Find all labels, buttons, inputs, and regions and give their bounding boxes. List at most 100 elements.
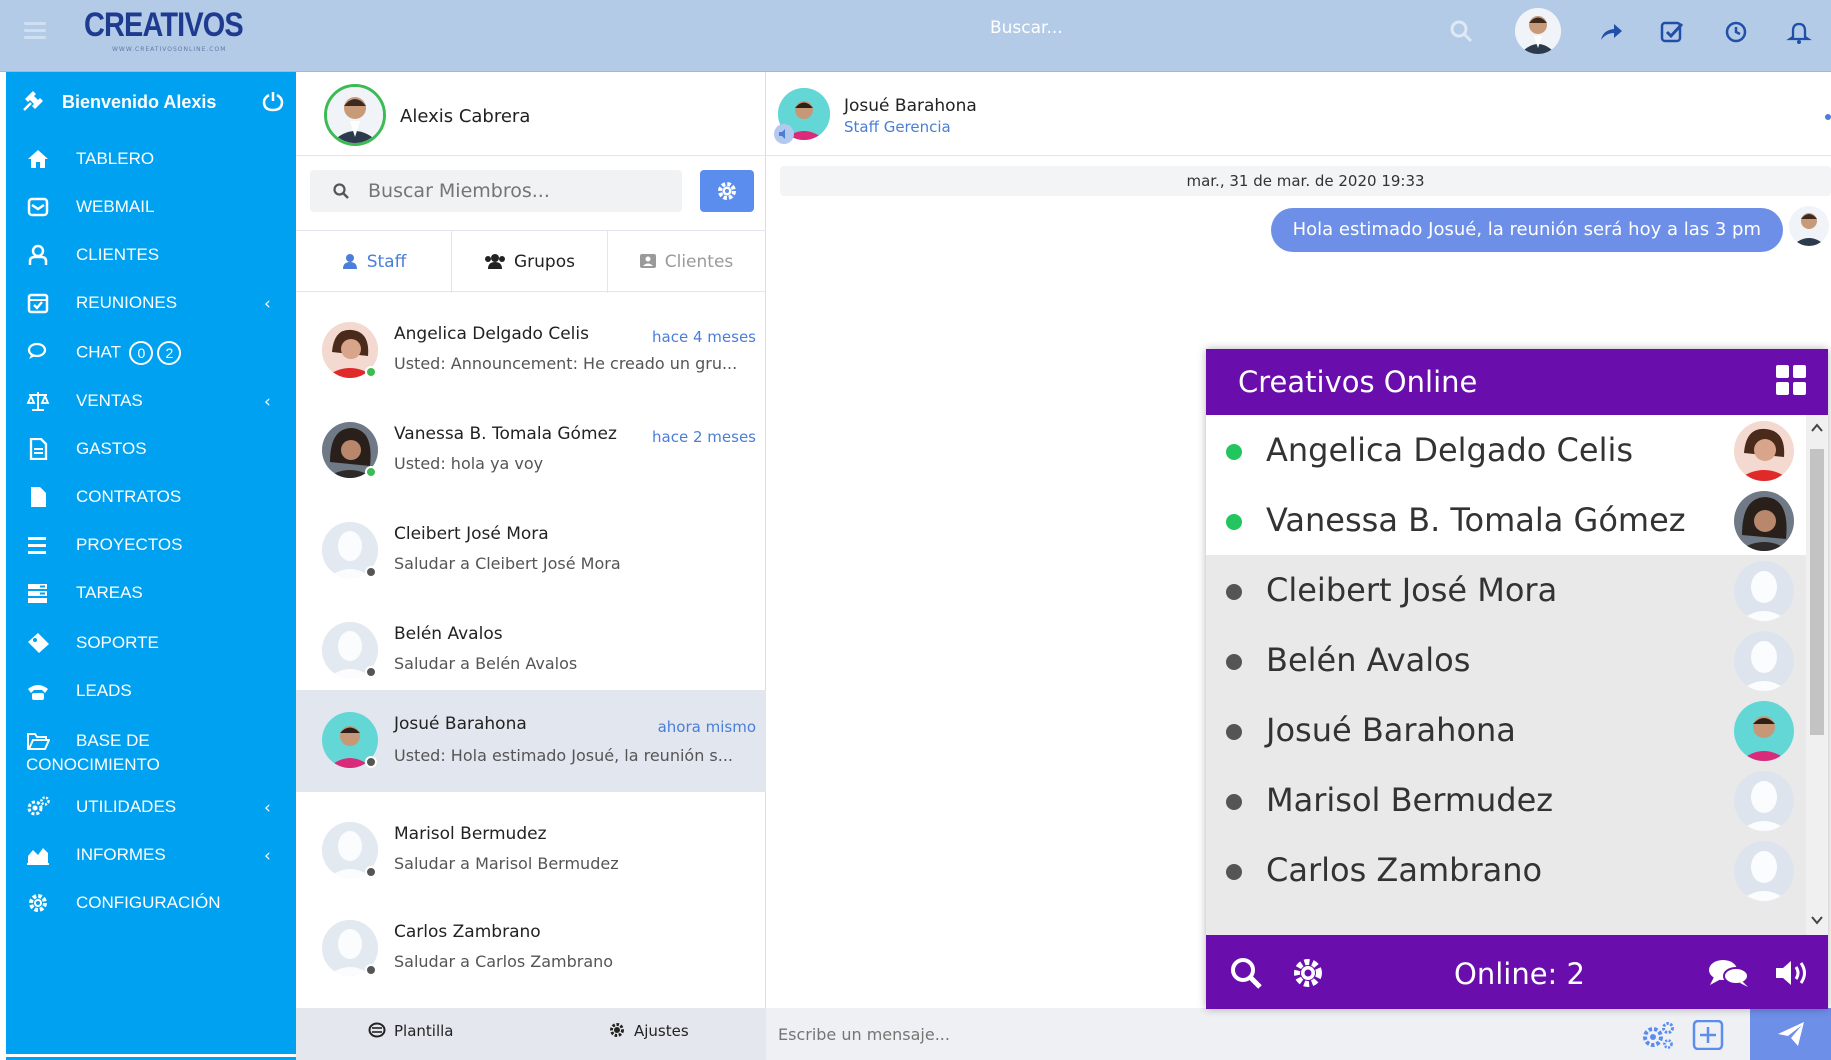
online-status-dot [365, 466, 377, 478]
power-icon[interactable] [262, 90, 284, 112]
sidebar-item-webmail[interactable]: WEBMAIL [6, 180, 296, 234]
widget-user-avatar-placeholder [1734, 631, 1794, 691]
volume-icon[interactable] [1772, 955, 1812, 991]
widget-user-avatar-placeholder [1734, 561, 1794, 621]
gear-icon [610, 1023, 624, 1037]
user-avatar[interactable] [1515, 8, 1561, 54]
contact-last-message: Usted: hola ya voy [394, 454, 544, 473]
contacts-settings-button[interactable] [700, 170, 754, 212]
send-button[interactable] [1750, 1008, 1831, 1060]
sidebar-item-chat[interactable]: CHAT 02 [6, 324, 296, 378]
current-user-avatar[interactable] [324, 84, 386, 146]
tab-grupos[interactable]: Grupos [452, 231, 608, 293]
widget-user-row-partial[interactable] [1206, 905, 1806, 935]
bars-icon [28, 537, 46, 554]
contact-name: Angelica Delgado Celis [394, 324, 589, 344]
sidebar-item-label-wrap: CHAT 02 [76, 341, 182, 365]
template-button[interactable]: Plantilla [368, 1022, 454, 1040]
message-input[interactable] [778, 1018, 1478, 1050]
sidebar-item-clientes[interactable]: CLIENTES [6, 228, 296, 282]
cogs-icon[interactable] [1640, 1020, 1676, 1050]
sidebar-item-gastos[interactable]: GASTOS [6, 422, 296, 476]
scrollbar-thumb[interactable] [1810, 449, 1824, 735]
sidebar-item-leads[interactable]: LEADS [6, 664, 296, 718]
widget-title: Creativos Online [1238, 365, 1478, 399]
sidebar-item-proyectos[interactable]: PROYECTOS [6, 518, 296, 572]
widget-user-row[interactable]: Cleibert José Mora [1206, 555, 1806, 625]
sidebar-item-label: TABLERO [76, 149, 155, 168]
search-icon[interactable] [1228, 955, 1264, 991]
sidebar-item-contratos[interactable]: CONTRATOS [6, 470, 296, 524]
widget-user-row[interactable]: Carlos Zambrano [1206, 835, 1806, 905]
sidebar-item-label: BASE DE [76, 731, 150, 750]
tab-clientes[interactable]: Clientes [608, 231, 764, 293]
widget-user-list: Angelica Delgado Celis Vanessa B. Tomala… [1206, 415, 1806, 935]
logo: CREATIVOS [84, 6, 244, 44]
contact-item[interactable]: Belén Avalos Saludar a Belén Avalos [296, 602, 766, 702]
welcome-text: Bienvenido Alexis [62, 92, 217, 112]
user-icon [342, 254, 357, 269]
tab-label: Grupos [514, 252, 575, 272]
plus-square-icon[interactable] [1692, 1020, 1724, 1050]
comments-icon[interactable] [1706, 955, 1752, 991]
sidebar-item-soporte[interactable]: SOPORTE [6, 616, 296, 670]
sidebar-item-tareas[interactable]: TAREAS [6, 566, 296, 620]
offline-status-dot [365, 666, 377, 678]
sidebar-item-label: TAREAS [76, 583, 143, 602]
sidebar-item-label: GASTOS [76, 439, 147, 458]
sidebar-item-base-de-conocimiento[interactable]: BASE DE CONOCIMIENTO [6, 714, 296, 780]
sidebar-item-ventas[interactable]: VENTAS ‹ [6, 374, 296, 428]
contact-item[interactable]: Angelica Delgado Celis hace 4 meses Uste… [296, 302, 766, 402]
checklist-icon[interactable] [1658, 18, 1686, 46]
share-icon[interactable] [1597, 18, 1625, 46]
sidebar-item-label: LEADS [76, 681, 132, 700]
contact-item[interactable]: Marisol Bermudez Saludar a Marisol Bermu… [296, 802, 766, 902]
sidebar-item-label-line2: CONOCIMIENTO [26, 755, 160, 774]
sidebar-item-utilidades[interactable]: UTILIDADES ‹ [6, 780, 296, 834]
clock-icon[interactable] [1722, 18, 1750, 46]
search-icon [333, 183, 349, 199]
app-window: CREATIVOS WWW.CREATIVOSONLINE.COM Buscar… [0, 0, 1831, 1060]
contact-time: hace 2 meses [652, 428, 756, 446]
contact-last-message: Usted: Announcement: He creado un gru... [394, 354, 738, 373]
hamburger-menu-icon[interactable] [24, 22, 46, 40]
contact-item[interactable]: Cleibert José Mora Saludar a Cleibert Jo… [296, 502, 766, 602]
member-search-input[interactable] [368, 176, 668, 206]
widget-user-row[interactable]: Belén Avalos [1206, 625, 1806, 695]
tab-staff[interactable]: Staff [296, 231, 452, 293]
sidebar-item-label: CHAT [76, 342, 121, 362]
bell-icon[interactable] [1785, 18, 1813, 46]
pin-icon[interactable] [22, 90, 44, 112]
widget-user-row[interactable]: Angelica Delgado Celis [1206, 415, 1806, 485]
offline-status-dot [365, 566, 377, 578]
sidebar-item-informes[interactable]: INFORMES ‹ [6, 828, 296, 882]
speaker-icon[interactable] [774, 124, 794, 144]
sender-avatar [1789, 206, 1829, 246]
chevron-left-icon: ‹ [264, 798, 271, 818]
sidebar-item-tablero[interactable]: TABLERO [6, 132, 296, 186]
cog-icon [29, 894, 47, 912]
sidebar-item-reuniones[interactable]: REUNIONES ‹ [6, 276, 296, 330]
gear-icon[interactable] [1290, 955, 1326, 991]
widget-user-avatar [1734, 701, 1794, 761]
contact-item[interactable]: Vanessa B. Tomala Gómez hace 2 meses Ust… [296, 402, 766, 502]
global-search-input[interactable]: Buscar... [990, 18, 1470, 44]
scroll-down-icon[interactable] [1811, 915, 1823, 925]
settings-button[interactable]: Ajustes [608, 1022, 689, 1040]
widget-user-row[interactable]: Marisol Bermudez [1206, 765, 1806, 835]
contact-item-active[interactable]: Josué Barahona ahora mismo Usted: Hola e… [296, 690, 766, 792]
more-options-icon[interactable] [1825, 114, 1831, 120]
widget-scrollbar[interactable] [1806, 415, 1828, 935]
grid-icon[interactable] [1774, 363, 1808, 397]
member-search [310, 170, 682, 212]
contact-item[interactable]: Carlos Zambrano Saludar a Carlos Zambran… [296, 900, 766, 1000]
contact-last-message: Saludar a Cleibert José Mora [394, 554, 621, 573]
widget-user-row[interactable]: Vanessa B. Tomala Gómez [1206, 485, 1806, 555]
chevron-left-icon: ‹ [264, 392, 271, 412]
message-composer [766, 1008, 1831, 1060]
widget-user-row[interactable]: Josué Barahona [1206, 695, 1806, 765]
sidebar-item-configuracion[interactable]: CONFIGURACIÓN [6, 876, 296, 930]
search-icon[interactable] [1448, 18, 1474, 44]
offline-status-dot [1226, 654, 1242, 670]
scroll-up-icon[interactable] [1811, 423, 1823, 433]
